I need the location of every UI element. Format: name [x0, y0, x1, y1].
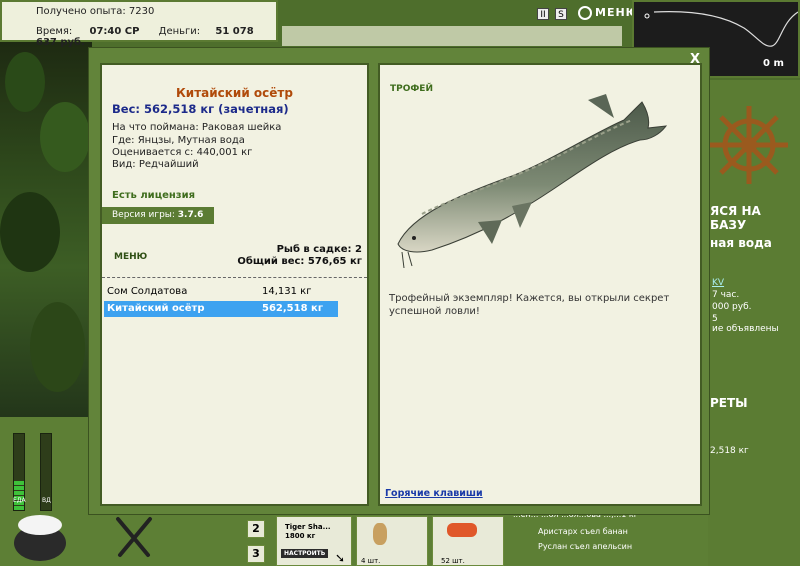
bait-slot[interactable]: Tiger Sha... 1800 кг НАСТРОИТЬ ➘: [276, 516, 352, 566]
fish-weight: Вес: 562,518 кг (зачетная): [112, 102, 289, 116]
info-line-3: 5: [712, 314, 718, 324]
sound-button[interactable]: S: [555, 8, 567, 20]
lure-qty-2: 52 шт.: [441, 557, 465, 565]
info-line-4: ие объявлены: [712, 324, 779, 334]
version-value: 3.7.6: [177, 210, 204, 220]
lure-icon: [373, 523, 387, 545]
depth-value: 0 m: [763, 58, 784, 69]
exp-label: Получено опыта:: [36, 6, 126, 17]
slot-3[interactable]: 3: [247, 545, 265, 563]
exp-value: 7230: [128, 6, 155, 17]
event-log-1: Аристарх съел банан: [538, 527, 628, 536]
info-line-2: 000 руб.: [712, 302, 752, 312]
sturgeon-image: [397, 94, 668, 269]
lure-qty-1: 4 шт.: [361, 557, 381, 565]
pause-button[interactable]: II: [537, 8, 549, 20]
dialog-menu-button[interactable]: МЕНЮ: [114, 252, 147, 262]
ship-wheel-icon: [710, 106, 788, 184]
keepnet-total-weight: Общий вес: 576,65 кг: [237, 256, 362, 267]
vd-label: ВД: [42, 497, 51, 504]
worm-icon: [447, 523, 477, 537]
game-scene: [0, 42, 92, 417]
catch-name: Китайский осётр: [107, 303, 205, 314]
money-label: Деньги:: [158, 26, 201, 37]
slot-2[interactable]: 2: [247, 520, 265, 538]
wheel-icon: [578, 6, 592, 20]
catch-location: Где: Янцзы, Мутная вода: [112, 135, 245, 146]
game-version: Версия игры: 3.7.6: [102, 207, 214, 224]
go-to-base[interactable]: ЯСЯ НА БАЗУ: [710, 204, 800, 232]
main-menu-button[interactable]: МЕНЮ: [578, 6, 640, 20]
bait-name: Tiger Sha...: [285, 523, 331, 531]
license-status: Есть лицензия: [112, 190, 196, 201]
time-value: 07:40 СР: [89, 26, 140, 37]
divider: [102, 277, 367, 278]
fork-knife-icon[interactable]: [112, 515, 156, 559]
catch-weight: 562,518 кг: [262, 303, 324, 314]
keepnet-summary: Рыб в садке: 2 Общий вес: 576,65 кг: [230, 244, 362, 268]
catch-list-item[interactable]: Сом Солдатова 14,131 кг: [104, 284, 338, 300]
event-log-2: Руслан съел апельсин: [538, 542, 633, 551]
valued-from: Оценивается с: 440,001 кг: [112, 147, 253, 158]
top-strip: [282, 26, 622, 46]
trophy-description: Трофейный экземпляр! Кажется, вы открыли…: [389, 293, 670, 317]
hotkeys-link[interactable]: Горячие клавиши: [385, 488, 483, 499]
food-label: ЕДА: [13, 497, 26, 504]
fish-rarity: Вид: Редчайший: [112, 159, 199, 170]
caught-on: На что поймана: Раковая шейка: [112, 122, 282, 133]
keepnet-count: Рыб в садке: 2: [276, 244, 362, 255]
records-header[interactable]: РЕТЫ: [710, 396, 748, 410]
lure-slot-1[interactable]: 4 шт.: [356, 516, 428, 566]
bait-weight: 1800 кг: [285, 532, 316, 540]
time-label: Время:: [36, 26, 73, 37]
record-value: 2,518 кг: [710, 446, 749, 456]
info-line-1: 7 час.: [712, 290, 740, 300]
setup-button[interactable]: НАСТРОИТЬ: [281, 549, 329, 558]
lure-slot-2[interactable]: 52 шт.: [432, 516, 504, 566]
status-meters: ЕДА ВД: [0, 417, 102, 566]
cauldron-icon: [14, 515, 66, 561]
catch-weight: 14,131 кг: [262, 286, 312, 297]
water-type: ная вода: [710, 236, 772, 250]
kv-link[interactable]: KV: [712, 278, 724, 288]
catch-name: Сом Солдатова: [107, 286, 188, 297]
hud-status-panel: Получено опыта: 7230 Время: 07:40 СР Ден…: [0, 0, 278, 48]
catch-list-item-selected[interactable]: Китайский осётр 562,518 кг: [104, 301, 338, 317]
arrow-icon: ➘: [335, 551, 346, 565]
version-label: Версия игры:: [112, 210, 178, 220]
fish-title: Китайский осётр: [176, 86, 293, 100]
trophy-label: ТРОФЕЙ: [390, 84, 433, 94]
